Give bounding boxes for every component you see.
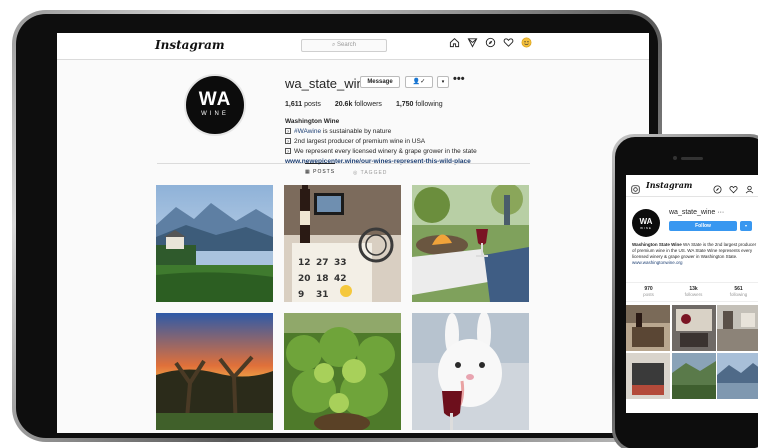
tab-tagged[interactable]: ◎ TAGGED bbox=[353, 170, 387, 176]
explore-icon[interactable] bbox=[713, 181, 722, 194]
stat-followers[interactable]: 20.6k followers bbox=[335, 101, 382, 108]
svg-text:9: 9 bbox=[298, 290, 304, 300]
phone-avatar-wine-text: WINE bbox=[640, 226, 652, 230]
phone-follow-button[interactable]: Follow bbox=[669, 221, 737, 231]
bio-line-3-text: We represent every licensed winery & gra… bbox=[294, 148, 477, 155]
svg-text:31: 31 bbox=[316, 290, 329, 300]
phone-bio-link[interactable]: www.washingtonwine.org bbox=[632, 260, 758, 266]
post-grid: 12 27 33 20 18 42 9 31 bbox=[156, 185, 530, 430]
bio-line-2: ? 2nd largest producer of premium wine in… bbox=[285, 137, 477, 147]
phone-avatar[interactable]: WA WINE bbox=[632, 209, 660, 237]
profile-icon[interactable] bbox=[521, 37, 532, 48]
following-button[interactable]: 👤✓ bbox=[405, 76, 433, 88]
phone-post-thumbnail[interactable] bbox=[671, 305, 716, 351]
phone-bezel: Instagram WA WINE wa_state_wine ··· Foll… bbox=[615, 137, 758, 448]
suggestions-caret-button[interactable]: ▾ bbox=[437, 76, 449, 88]
phone-bio-name: Washington State Wine bbox=[632, 242, 682, 247]
post-thumbnail[interactable] bbox=[156, 185, 273, 302]
stat-followers-label: followers bbox=[354, 101, 382, 108]
phone-avatar-wa-text: WA bbox=[639, 217, 653, 226]
phone-stat-posts-label: posts bbox=[643, 292, 654, 297]
emoji-placeholder-icon: ? bbox=[285, 128, 291, 135]
stat-posts-value: 1,611 bbox=[285, 101, 303, 108]
profile-tabs: ▦ POSTS ◎ TAGGED bbox=[157, 163, 530, 183]
stat-following-value: 1,750 bbox=[395, 101, 414, 108]
profile-icon[interactable] bbox=[745, 181, 754, 194]
phone-speaker bbox=[681, 157, 703, 160]
phone-post-thumbnail[interactable] bbox=[671, 352, 716, 399]
post-thumbnail[interactable] bbox=[284, 313, 401, 430]
stat-following-label: following bbox=[415, 101, 443, 108]
tablet-screen: Instagram ⌕ Search WA WINE wa_state_wine… bbox=[57, 33, 649, 433]
message-button[interactable]: Message bbox=[360, 76, 400, 88]
home-icon[interactable] bbox=[449, 37, 460, 48]
avatar-wine-text: WINE bbox=[201, 111, 229, 117]
phone-stat-followers-label: followers bbox=[684, 292, 703, 297]
phone-screen: Instagram WA WINE wa_state_wine ··· Foll… bbox=[626, 175, 758, 413]
svg-text:18: 18 bbox=[316, 274, 329, 284]
send-icon[interactable] bbox=[467, 37, 478, 48]
more-options-button[interactable]: ••• bbox=[453, 73, 465, 85]
profile-username: wa_state_wine bbox=[285, 76, 371, 91]
phone-post-grid bbox=[626, 305, 758, 399]
camera-icon[interactable] bbox=[631, 181, 640, 194]
post-thumbnail[interactable]: 12 27 33 20 18 42 9 31 bbox=[284, 185, 401, 302]
svg-text:33: 33 bbox=[334, 258, 347, 268]
profile-stats: 1,611 posts 20.6k followers 1,750 follow… bbox=[285, 101, 443, 108]
svg-text:27: 27 bbox=[316, 258, 329, 268]
post-thumbnail[interactable] bbox=[412, 185, 529, 302]
svg-text:42: 42 bbox=[334, 274, 347, 284]
emoji-placeholder-icon: ? bbox=[285, 138, 291, 145]
post-thumbnail[interactable] bbox=[412, 313, 529, 430]
heart-icon[interactable] bbox=[729, 181, 738, 194]
phone-post-thumbnail[interactable] bbox=[717, 352, 758, 399]
phone-stat-following-label: following bbox=[729, 292, 748, 297]
product-mockup: Instagram ⌕ Search WA WINE wa_state_wine… bbox=[0, 0, 758, 448]
search-input[interactable]: ⌕ Search bbox=[301, 39, 387, 52]
post-thumbnail[interactable] bbox=[156, 313, 273, 430]
avatar[interactable]: WA WINE bbox=[184, 74, 246, 136]
phone-device: Instagram WA WINE wa_state_wine ··· Foll… bbox=[612, 134, 758, 448]
profile-bio: Washington Wine ? #WAwine is sustainable … bbox=[285, 117, 477, 167]
bio-hashtag-link[interactable]: #WAwine bbox=[294, 128, 321, 135]
phone-stat-posts[interactable]: 970 posts bbox=[626, 283, 671, 301]
stat-followers-value: 20.6k bbox=[334, 101, 353, 108]
bio-line-2-text: 2nd largest producer of premium wine in … bbox=[294, 138, 426, 145]
phone-suggestions-button[interactable]: ▾ bbox=[740, 221, 752, 231]
tab-posts[interactable]: ▦ POSTS bbox=[305, 163, 336, 175]
top-nav-bar: Instagram ⌕ Search bbox=[57, 33, 649, 60]
phone-stat-followers[interactable]: 13k followers bbox=[671, 283, 716, 301]
stat-following[interactable]: 1,750 following bbox=[396, 101, 443, 108]
stat-posts-label: posts bbox=[304, 101, 321, 108]
bio-line-3: ? We represent every licensed winery & gr… bbox=[285, 147, 477, 157]
phone-bio: Washington State Wine WA State is the 2n… bbox=[632, 242, 758, 266]
avatar-wa-text: WA bbox=[198, 89, 232, 110]
phone-camera-icon bbox=[673, 156, 677, 160]
explore-icon[interactable] bbox=[485, 37, 496, 48]
phone-instagram-logo[interactable]: Instagram bbox=[646, 180, 692, 190]
nav-icons bbox=[449, 37, 532, 48]
phone-username: wa_state_wine ··· bbox=[669, 209, 725, 216]
bio-line-1-text: is sustainable by nature bbox=[321, 128, 392, 135]
phone-post-thumbnail[interactable] bbox=[717, 305, 758, 351]
instagram-logo[interactable]: Instagram bbox=[155, 38, 225, 52]
svg-text:12: 12 bbox=[298, 258, 311, 268]
phone-post-thumbnail[interactable] bbox=[626, 305, 670, 351]
bio-line-1: ? #WAwine is sustainable by nature bbox=[285, 127, 477, 137]
phone-top-bar: Instagram bbox=[626, 175, 758, 197]
stat-posts[interactable]: 1,611 posts bbox=[285, 101, 321, 108]
phone-stat-following[interactable]: 561 following bbox=[716, 283, 758, 301]
emoji-placeholder-icon: ? bbox=[285, 148, 291, 155]
phone-post-thumbnail[interactable] bbox=[626, 352, 670, 399]
heart-icon[interactable] bbox=[503, 37, 514, 48]
svg-text:20: 20 bbox=[298, 274, 311, 284]
bio-name: Washington Wine bbox=[285, 118, 340, 125]
phone-stats: 970 posts 13k followers 561 following bbox=[626, 282, 758, 302]
